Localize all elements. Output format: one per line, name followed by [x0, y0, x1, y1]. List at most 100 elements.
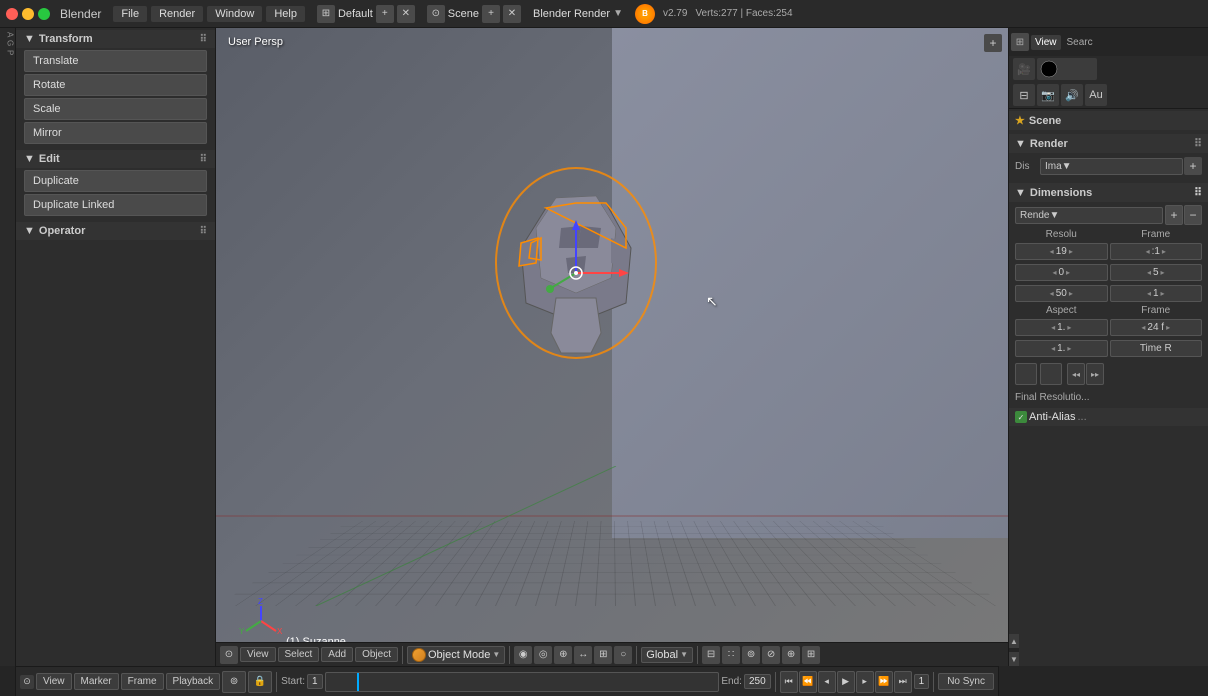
start-frame-input[interactable]: 1: [307, 674, 323, 689]
shade-solid-icon[interactable]: ◉: [514, 646, 532, 664]
particle-icon[interactable]: ∷: [722, 646, 740, 664]
render-icon[interactable]: ⊘: [762, 646, 780, 664]
timeline-view-button[interactable]: View: [36, 673, 72, 690]
snap-icon[interactable]: ⊞: [594, 646, 612, 664]
record-icon[interactable]: ⊚: [742, 646, 760, 664]
resolution-y-input[interactable]: ◂ 0 ▸: [1015, 264, 1108, 281]
end-frame-input[interactable]: 250: [744, 674, 771, 689]
render-dis-label: Dis: [1015, 161, 1039, 172]
frame-rate-input[interactable]: ◂ 24 f ▸: [1110, 319, 1203, 336]
translate-button[interactable]: Translate: [24, 50, 207, 72]
dim-preset-selector[interactable]: Rende▼: [1015, 207, 1163, 224]
duplicate-linked-button[interactable]: Duplicate Linked: [24, 194, 207, 216]
frame-step-input[interactable]: ◂ 1 ▸: [1110, 285, 1203, 302]
render-section-header[interactable]: ▼ Render ⠿: [1009, 134, 1208, 153]
frame-end-input[interactable]: ◂ 5 ▸: [1110, 264, 1203, 281]
edit-section-header[interactable]: ▼ Edit ⠿: [16, 150, 215, 168]
render-image-output[interactable]: Ima▼: [1040, 158, 1183, 175]
minimize-window-button[interactable]: [22, 8, 34, 20]
anti-alias-checkbox[interactable]: ✓: [1015, 411, 1027, 423]
prev-frame-button[interactable]: ◂◂: [1067, 363, 1085, 385]
scale-button[interactable]: Scale: [24, 98, 207, 120]
right-object-props-icon[interactable]: 📷: [1037, 84, 1059, 106]
manipulator-icon[interactable]: ↔: [574, 646, 592, 664]
scrollbar-up-button[interactable]: ▲: [1009, 634, 1019, 648]
no-sync-button[interactable]: No Sync: [938, 673, 994, 690]
resolution-pct-input[interactable]: ◂ 50 ▸: [1015, 285, 1108, 302]
scene-remove-button[interactable]: ✕: [503, 5, 521, 23]
duplicate-button[interactable]: Duplicate: [24, 170, 207, 192]
prev-key-button[interactable]: ⏪: [799, 671, 817, 693]
select-menu-button[interactable]: Select: [278, 647, 320, 662]
right-shader-icon[interactable]: [1037, 58, 1097, 80]
right-render-props-icon[interactable]: ⊟: [1013, 84, 1035, 106]
file-menu[interactable]: File: [113, 6, 147, 22]
close-window-button[interactable]: [6, 8, 18, 20]
layout-remove-button[interactable]: ✕: [397, 5, 415, 23]
right-search-label[interactable]: Searc: [1063, 35, 1097, 50]
frame-start-input[interactable]: ◂ :1 ▸: [1110, 243, 1203, 260]
window-menu[interactable]: Window: [207, 6, 262, 22]
shade-mode-btn-1[interactable]: [1015, 363, 1037, 385]
timeline-lock-button[interactable]: 🔒: [248, 671, 272, 693]
aspect-y-input[interactable]: ◂ 1. ▸: [1015, 340, 1108, 357]
dimensions-header[interactable]: ▼ Dimensions ⠿: [1009, 183, 1208, 202]
shade-render-icon[interactable]: ◎: [534, 646, 552, 664]
object-menu-button[interactable]: Object: [355, 647, 398, 662]
aspect-x-input[interactable]: ◂ 1. ▸: [1015, 319, 1108, 336]
dim-triangle-icon: ▼: [1015, 187, 1026, 199]
view-menu-button[interactable]: View: [240, 647, 276, 662]
right-view-label[interactable]: View: [1031, 35, 1061, 50]
mesh-select-icon[interactable]: ⊕: [782, 646, 800, 664]
transform-orientation-selector[interactable]: Global ▼: [641, 647, 693, 663]
rotate-button[interactable]: Rotate: [24, 74, 207, 96]
grid-axes-svg: [216, 466, 1008, 606]
jump-end-button[interactable]: ⏭: [894, 671, 912, 693]
current-frame-input[interactable]: 1: [914, 674, 930, 689]
shade-mode-btn-2[interactable]: [1040, 363, 1062, 385]
help-menu[interactable]: Help: [266, 6, 305, 22]
dim-plus-button[interactable]: +: [1165, 205, 1183, 225]
scene-add-button[interactable]: +: [482, 5, 500, 23]
timeline-icon[interactable]: ⊙: [20, 675, 34, 689]
right-cam-icon[interactable]: 🎥: [1013, 58, 1035, 80]
render-output-add-button[interactable]: +: [1184, 157, 1202, 175]
viewport-mode-icon[interactable]: ⊙: [220, 646, 238, 664]
add-menu-button[interactable]: Add: [321, 647, 353, 662]
right-particle-props-icon[interactable]: Au: [1085, 84, 1107, 106]
right-panel-scrollbar[interactable]: ▲ ▼: [1009, 634, 1019, 666]
maximize-window-button[interactable]: [38, 8, 50, 20]
time-remap-input[interactable]: Time R: [1110, 340, 1203, 357]
next-key-button[interactable]: ⏩: [875, 671, 893, 693]
strip-label-gr: G: [1, 40, 15, 46]
layout-add-button[interactable]: +: [376, 5, 394, 23]
dim-minus-button[interactable]: −: [1184, 205, 1202, 225]
viewport[interactable]: User Persp +: [216, 28, 1008, 666]
viewport-extras-icon[interactable]: ⊕: [554, 646, 572, 664]
resolution-x-input[interactable]: ◂ 19 ▸: [1015, 243, 1108, 260]
next-frame-button[interactable]: ▸▸: [1086, 363, 1104, 385]
mirror-button[interactable]: Mirror: [24, 122, 207, 144]
timeline-scrubber[interactable]: [325, 672, 720, 692]
layer-icon[interactable]: ⊟: [702, 646, 720, 664]
next-frame-button2[interactable]: ▸: [856, 671, 874, 693]
timeline-marker-button[interactable]: Marker: [74, 673, 119, 690]
timeline-frame-button[interactable]: Frame: [121, 673, 164, 690]
paint-icon[interactable]: ⊞: [802, 646, 820, 664]
screen-layout-icon[interactable]: ⊞: [317, 5, 335, 23]
proportional-icon[interactable]: ○: [614, 646, 632, 664]
timeline-playback-button[interactable]: Playback: [166, 673, 221, 690]
left-panel-scroll[interactable]: ▼ Transform ⠿ Translate Rotate Scale Mir…: [16, 28, 215, 666]
timeline-mode-button[interactable]: ⊚: [222, 671, 246, 693]
prev-frame-button2[interactable]: ◂: [818, 671, 836, 693]
scrollbar-down-button[interactable]: ▼: [1009, 652, 1019, 666]
right-material-props-icon[interactable]: 🔊: [1061, 84, 1083, 106]
object-mode-selector[interactable]: Object Mode ▼: [407, 646, 505, 664]
jump-start-button[interactable]: ⏮: [780, 671, 798, 693]
transform-section-header[interactable]: ▼ Transform ⠿: [16, 30, 215, 48]
operator-section-header[interactable]: ▼ Operator ⠿: [16, 222, 215, 240]
render-menu[interactable]: Render: [151, 6, 203, 22]
right-view-tab[interactable]: ⊞: [1011, 33, 1029, 51]
viewport-expand-button[interactable]: +: [984, 34, 1002, 52]
play-button[interactable]: ▶: [837, 671, 855, 693]
